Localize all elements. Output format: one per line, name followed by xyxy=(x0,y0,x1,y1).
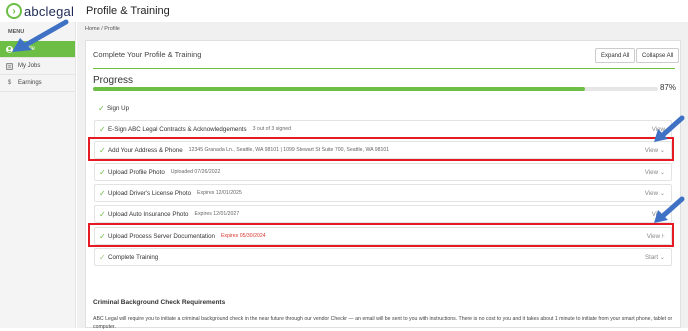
step-profile-photo[interactable]: ✓ Upload Profile Photo Uploaded 07/26/20… xyxy=(94,163,672,181)
sidebar: MENU Profile My Jobs $ Earnings xyxy=(0,22,76,328)
step-complete-training[interactable]: ✓ Complete Training Start ⌄ xyxy=(94,248,672,266)
top-bar: › abclegal Profile & Training xyxy=(0,0,688,22)
expand-all-button[interactable]: Expand All xyxy=(595,48,636,63)
step-detail: Expires 12/01/2025 xyxy=(197,190,242,196)
check-icon: ✓ xyxy=(99,167,106,177)
breadcrumb[interactable]: Home / Profile xyxy=(85,26,120,32)
criminal-check-text: ABC Legal will require you to initiate a… xyxy=(93,316,673,330)
step-title: E-Sign ABC Legal Contracts & Acknowledge… xyxy=(108,125,247,133)
check-icon: ✓ xyxy=(98,103,105,113)
step-detail: 3 out of 3 signed xyxy=(252,126,291,132)
sidebar-item-label: My Jobs xyxy=(18,63,41,69)
progress-percent: 87% xyxy=(659,83,676,92)
check-icon: ✓ xyxy=(99,252,106,262)
page-title: Profile & Training xyxy=(86,5,170,17)
view-link[interactable]: View ⌄ xyxy=(645,169,665,176)
step-sign-up: ✓ Sign Up xyxy=(94,99,672,117)
step-detail: Expires 12/01/2027 xyxy=(194,211,240,217)
step-detail: Uploaded 07/26/2022 xyxy=(170,169,221,175)
profile-card: Complete Your Profile & Training Expand … xyxy=(85,40,681,330)
sidebar-item-my-jobs[interactable]: My Jobs xyxy=(0,58,75,75)
card-title: Complete Your Profile & Training xyxy=(93,50,202,59)
step-title: Upload Profile Photo xyxy=(108,168,165,176)
step-drivers-license[interactable]: ✓ Upload Driver's License Photo Expires … xyxy=(94,184,672,202)
check-icon: ✓ xyxy=(99,209,106,219)
highlight-box-documentation xyxy=(88,223,674,247)
step-title: Upload Driver's License Photo xyxy=(108,189,192,197)
dollar-icon: $ xyxy=(7,80,12,86)
step-title: Sign Up xyxy=(107,104,130,112)
arrow-icon xyxy=(654,115,685,142)
progress-bar xyxy=(93,87,658,91)
collapse-all-button[interactable]: Collapse All xyxy=(636,48,680,63)
highlight-box-address xyxy=(88,137,674,161)
criminal-check-title: Criminal Background Check Requirements xyxy=(93,299,226,306)
logo-icon: › xyxy=(6,3,22,19)
jobs-icon xyxy=(6,62,13,70)
check-icon: ✓ xyxy=(99,124,106,134)
main-content: Home / Profile Complete Your Profile & T… xyxy=(77,22,688,330)
divider xyxy=(93,68,675,69)
logo[interactable]: › abclegal xyxy=(6,3,74,19)
logo-text: abclegal xyxy=(24,3,75,19)
arrow-icon xyxy=(12,19,69,52)
arrow-icon xyxy=(654,196,685,223)
progress-fill xyxy=(93,87,585,91)
sidebar-item-earnings[interactable]: $ Earnings xyxy=(0,75,75,92)
start-link[interactable]: Start ⌄ xyxy=(645,254,665,261)
step-title: Upload Auto Insurance Photo xyxy=(108,210,189,218)
step-title: Complete Training xyxy=(108,253,159,261)
sidebar-item-label: Earnings xyxy=(18,80,42,86)
step-auto-insurance[interactable]: ✓ Upload Auto Insurance Photo Expires 12… xyxy=(94,205,672,223)
check-icon: ✓ xyxy=(99,188,106,198)
progress-title: Progress xyxy=(93,75,134,86)
step-esign[interactable]: ✓ E-Sign ABC Legal Contracts & Acknowled… xyxy=(94,120,672,138)
